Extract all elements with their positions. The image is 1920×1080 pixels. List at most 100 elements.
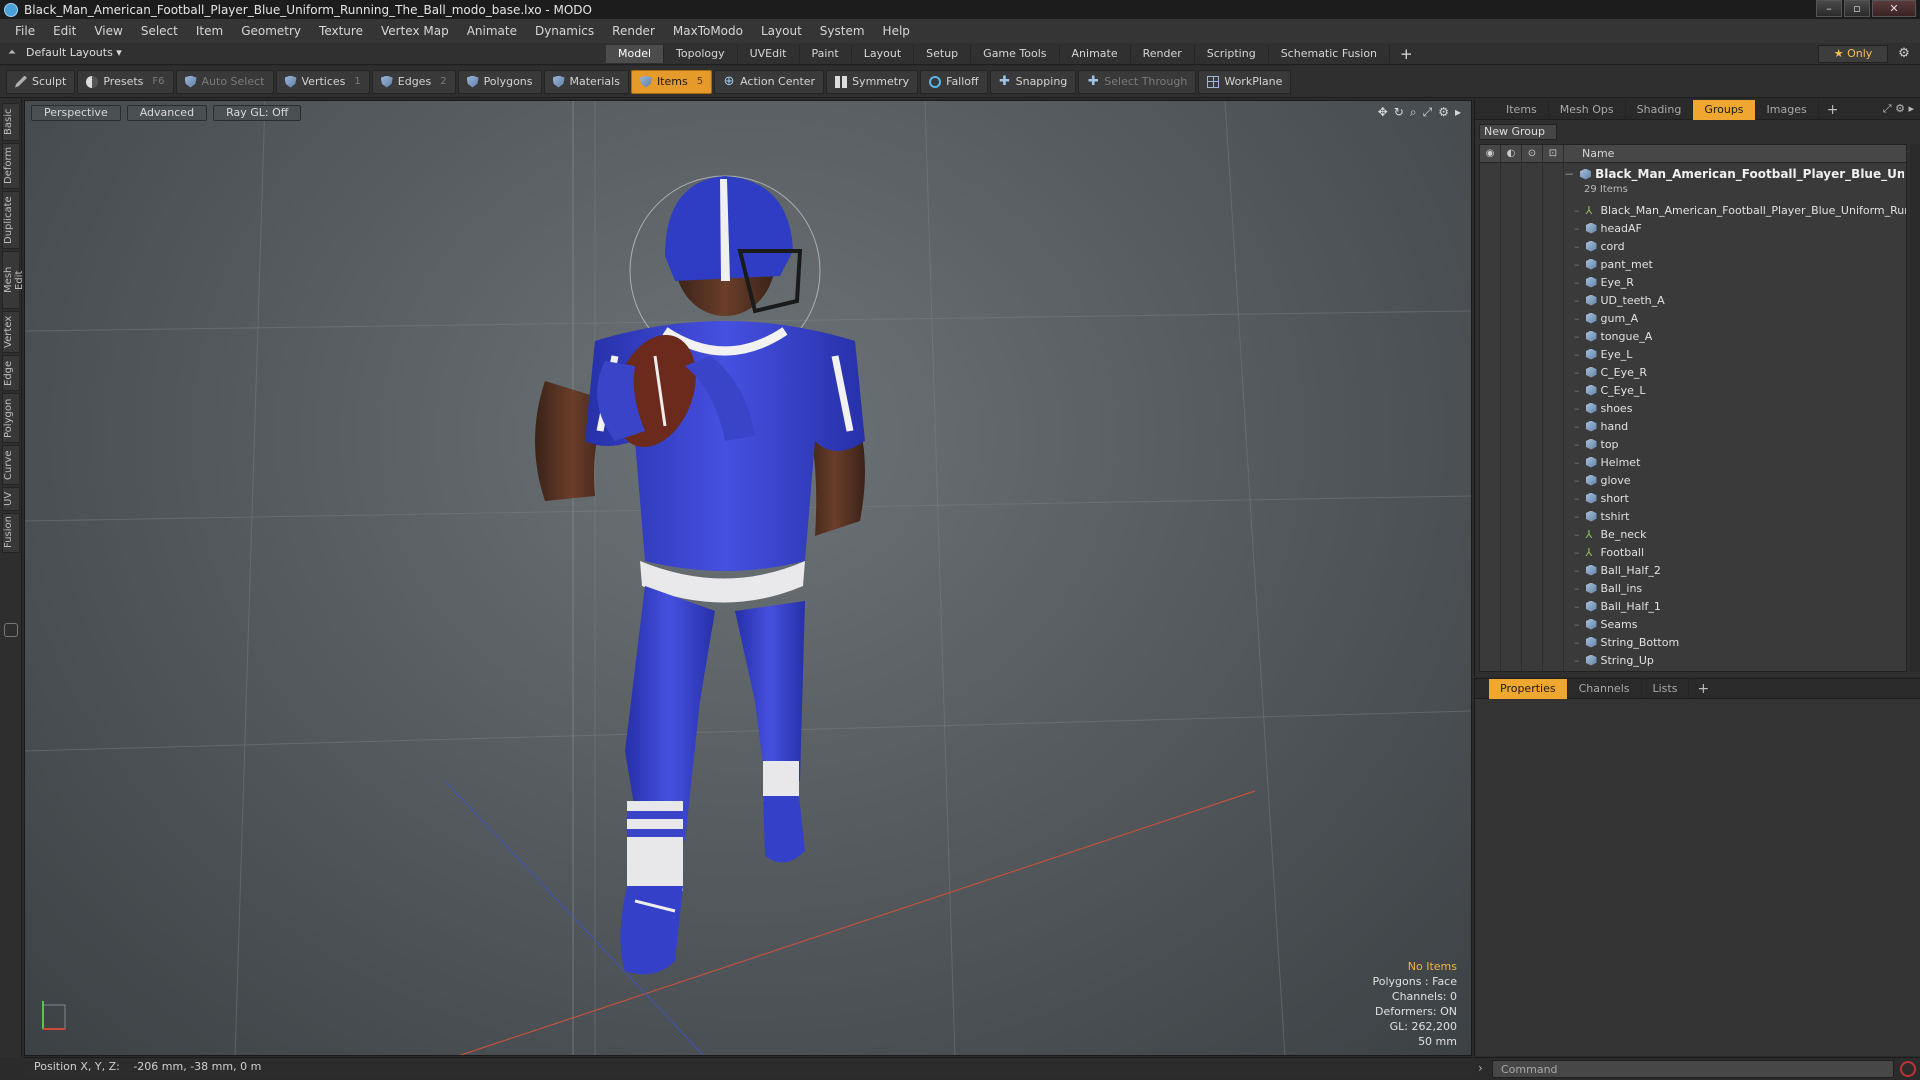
tab-setup[interactable]: Setup [914, 45, 972, 63]
tab-channels[interactable]: Channels [1568, 678, 1642, 699]
list-item[interactable]: – hand [1574, 417, 1906, 435]
list-item[interactable]: – Ball_Half_2 [1574, 561, 1906, 579]
raygl-button[interactable]: Ray GL: Off [213, 105, 302, 121]
group-row[interactable]: − Black_Man_American_Football_Player_Blu… [1564, 165, 1904, 183]
pan-icon[interactable]: ✥ [1378, 105, 1388, 120]
layout-selector[interactable]: ⏶ Default Layouts ▾ [6, 46, 122, 59]
select-through-button[interactable]: ✚ Select Through [1078, 69, 1197, 94]
list-item[interactable]: – tongue_A [1574, 327, 1906, 345]
list-item[interactable]: – top [1574, 435, 1906, 453]
tab-mesh-ops[interactable]: Mesh Ops [1549, 99, 1626, 120]
menu-layout[interactable]: Layout [752, 24, 811, 38]
left-tab-duplicate[interactable]: Duplicate [2, 191, 20, 249]
items-button[interactable]: Items 5 [630, 69, 713, 94]
menu-select[interactable]: Select [132, 24, 187, 38]
minimize-icon[interactable]: – [1816, 0, 1842, 17]
left-tab-basic[interactable]: Basic [2, 103, 20, 141]
orbit-icon[interactable]: ↻ [1394, 105, 1404, 120]
list-item[interactable]: – shoes [1574, 399, 1906, 417]
list-item[interactable]: – Eye_R [1574, 273, 1906, 291]
list-item[interactable]: – Eye_L [1574, 345, 1906, 363]
list-item[interactable]: – String_Up [1574, 651, 1906, 669]
list-item[interactable]: – ⅄ Football [1574, 543, 1906, 561]
tab-images[interactable]: Images [1756, 99, 1819, 120]
record-macro-icon[interactable] [1900, 1061, 1916, 1077]
symmetry-button[interactable]: Symmetry [826, 69, 919, 94]
tab-uvedit[interactable]: UVEdit [738, 45, 800, 63]
materials-button[interactable]: Materials [543, 69, 629, 94]
fit-icon[interactable]: ⤢ [1423, 105, 1433, 120]
collapse-icon[interactable]: − [1564, 167, 1574, 181]
list-item[interactable]: – tshirt [1574, 507, 1906, 525]
close-icon[interactable]: ✕ [1872, 0, 1916, 17]
left-tab-edge[interactable]: Edge [2, 355, 20, 391]
tab-render[interactable]: Render [1131, 45, 1195, 63]
expand-panel-icon[interactable]: ⤢ [1883, 102, 1892, 115]
list-item[interactable]: – C_Eye_L [1574, 381, 1906, 399]
panel-menu-icon[interactable]: ▸ [1908, 102, 1914, 115]
tab-items[interactable]: Items [1495, 99, 1549, 120]
only-button[interactable]: ★ Only [1818, 45, 1888, 63]
polygons-button[interactable]: Polygons [457, 69, 542, 94]
left-tab-vertex[interactable]: Vertex [2, 311, 20, 353]
menu-texture[interactable]: Texture [310, 24, 372, 38]
menu-dynamics[interactable]: Dynamics [526, 24, 603, 38]
workplane-button[interactable]: WorkPlane [1198, 69, 1292, 94]
add-properties-tab-icon[interactable]: + [1689, 681, 1717, 697]
name-column-header[interactable]: Name [1564, 145, 1614, 162]
list-item[interactable]: – ⅄ Be_neck [1574, 525, 1906, 543]
maximize-icon[interactable]: ▫ [1844, 0, 1870, 17]
edges-button[interactable]: Edges 2 [371, 69, 456, 94]
tab-topology[interactable]: Topology [664, 45, 738, 63]
list-item[interactable]: – Ball_Half_1 [1574, 597, 1906, 615]
auto-select-button[interactable]: Auto Select [175, 69, 274, 94]
presets-button[interactable]: Presets F6 [77, 69, 174, 94]
left-tab-polygon[interactable]: Polygon [2, 393, 20, 443]
tab-lists[interactable]: Lists [1642, 678, 1690, 699]
menu-item[interactable]: Item [187, 24, 232, 38]
list-item[interactable]: – headAF [1574, 219, 1906, 237]
list-item[interactable]: – short [1574, 489, 1906, 507]
tab-animate[interactable]: Animate [1060, 45, 1131, 63]
list-item[interactable]: – gum_A [1574, 309, 1906, 327]
list-item[interactable]: – Seams [1574, 615, 1906, 633]
zoom-icon[interactable]: ⌕ [1410, 105, 1417, 120]
action-center-button[interactable]: ⊕ Action Center [714, 69, 825, 94]
falloff-button[interactable]: Falloff [920, 69, 988, 94]
menu-file[interactable]: File [6, 24, 44, 38]
add-tab-icon[interactable]: + [1390, 45, 1423, 63]
menu-vertex-map[interactable]: Vertex Map [372, 24, 458, 38]
vertices-button[interactable]: Vertices 1 [275, 69, 370, 94]
snapping-button[interactable]: ✚ Snapping [989, 69, 1077, 94]
tab-model[interactable]: Model [606, 45, 665, 63]
lock-column-icon[interactable]: ⊙ [1522, 145, 1543, 162]
menu-help[interactable]: Help [874, 24, 919, 38]
left-tab-mesh-edit[interactable]: Mesh Edit [2, 251, 25, 309]
list-item[interactable]: – String_Bottom [1574, 633, 1906, 651]
tab-shading[interactable]: Shading [1626, 99, 1694, 120]
command-history-icon[interactable]: › [1478, 1061, 1483, 1075]
viewport-menu-icon[interactable]: ▸ [1455, 105, 1461, 120]
menu-geometry[interactable]: Geometry [232, 24, 310, 38]
view-mode-button[interactable]: Perspective [31, 105, 121, 121]
list-item[interactable]: – C_Eye_R [1574, 363, 1906, 381]
list-item[interactable]: – Ball_ins [1574, 579, 1906, 597]
list-item[interactable]: – ⅄ Black_Man_American_Football_Player_Blu… [1574, 201, 1906, 219]
menu-maxtomodo[interactable]: MaxToModo [664, 24, 752, 38]
menu-system[interactable]: System [811, 24, 874, 38]
left-tab-uv[interactable]: UV [2, 487, 20, 511]
menu-render[interactable]: Render [603, 24, 664, 38]
sculpt-button[interactable]: Sculpt [6, 69, 76, 94]
list-item[interactable]: – pant_met [1574, 255, 1906, 273]
football-player-model[interactable] [515, 141, 935, 1021]
list-item[interactable]: – UD_teeth_A [1574, 291, 1906, 309]
left-tab-deform[interactable]: Deform [2, 143, 20, 189]
tab-scripting[interactable]: Scripting [1195, 45, 1269, 63]
command-input[interactable] [1492, 1060, 1894, 1078]
list-item[interactable]: – Helmet [1574, 453, 1906, 471]
list-scrollbar[interactable] [1910, 144, 1920, 672]
menu-animate[interactable]: Animate [458, 24, 526, 38]
palette-toggle-icon[interactable] [4, 623, 18, 637]
shading-mode-button[interactable]: Advanced [126, 105, 208, 121]
viewport-settings-icon[interactable]: ⚙ [1438, 105, 1449, 120]
